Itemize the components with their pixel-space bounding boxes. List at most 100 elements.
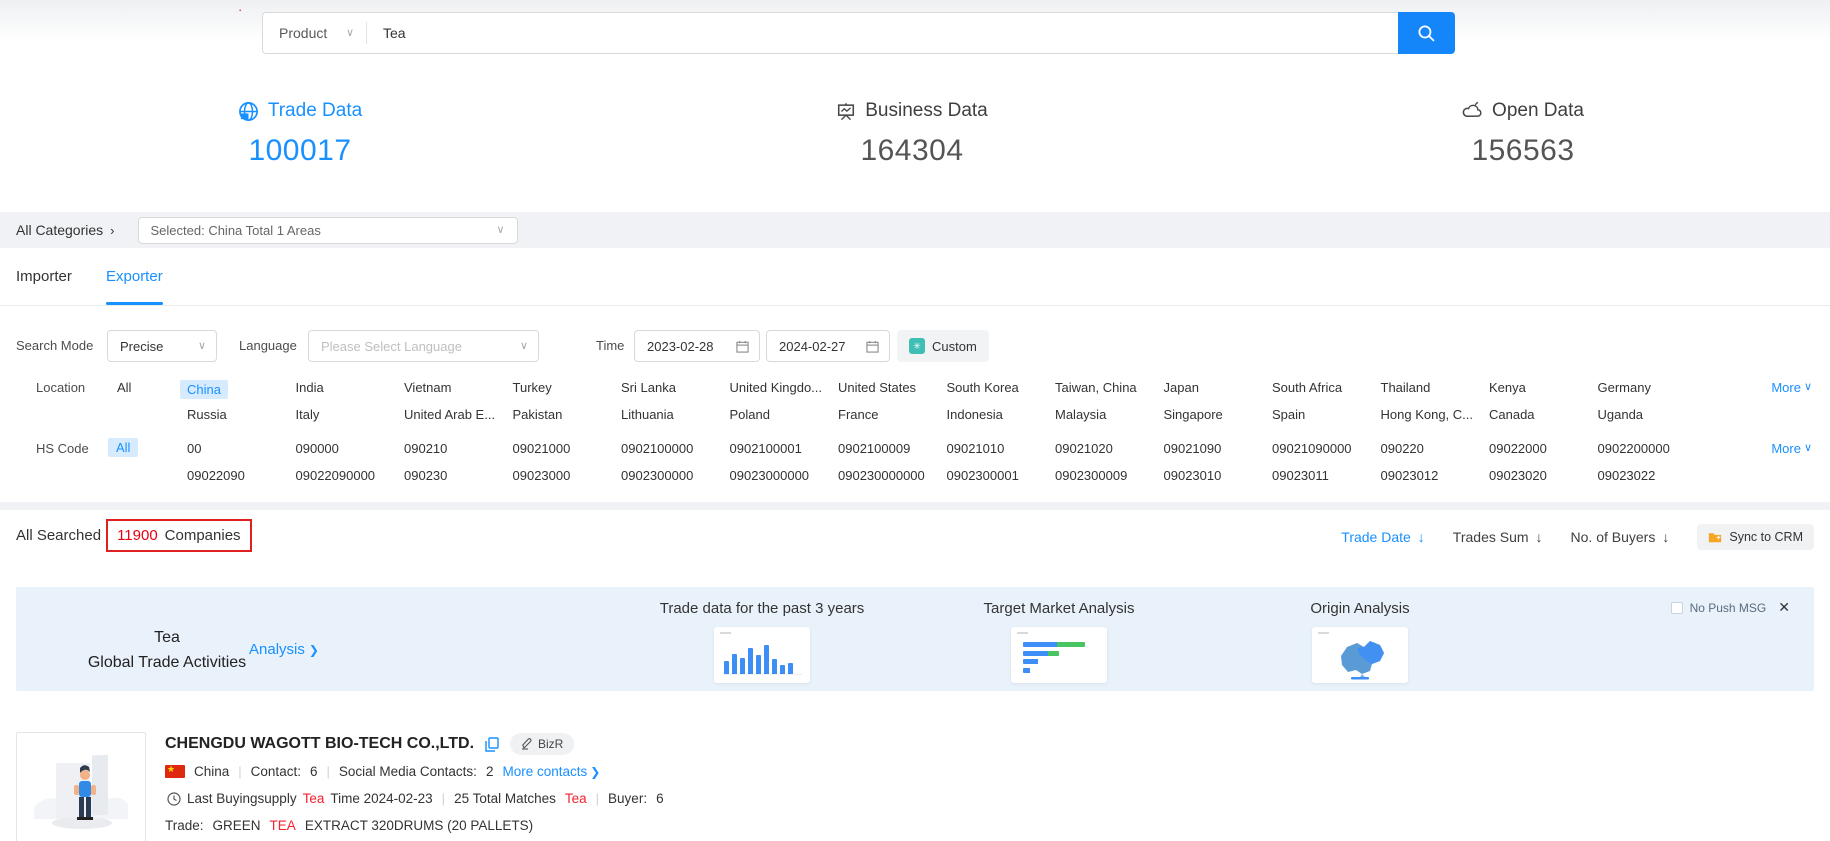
hscode-option-all[interactable]: All <box>108 438 138 457</box>
analysis-link[interactable]: Analysis ❯ <box>249 641 319 658</box>
location-more-button[interactable]: More ∨ <box>1771 380 1812 395</box>
hscode-option[interactable]: 09021090000 <box>1272 441 1381 456</box>
hscode-option[interactable]: 090230 <box>404 468 513 483</box>
location-option[interactable]: Malaysia <box>1055 407 1164 422</box>
date-to-input[interactable]: 2024-02-27 <box>766 330 890 362</box>
hscode-option[interactable]: 09021090 <box>1164 441 1273 456</box>
copy-icon[interactable] <box>485 737 499 752</box>
hscode-option[interactable]: 090230000000 <box>838 468 947 483</box>
sort-trade-date[interactable]: Trade Date ↓ <box>1341 529 1425 545</box>
location-option[interactable]: Thailand <box>1381 380 1490 399</box>
close-icon[interactable]: ✕ <box>1778 599 1790 616</box>
target-market-thumbnail[interactable] <box>1011 627 1107 683</box>
location-option[interactable]: Uganda <box>1598 407 1707 422</box>
bizr-badge[interactable]: BizR <box>510 733 574 755</box>
company-name[interactable]: CHENGDU WAGOTT BIO-TECH CO.,LTD. <box>165 735 474 753</box>
results-count: All Searched 11900 Companies <box>16 519 252 552</box>
location-option[interactable]: Hong Kong, C... <box>1381 407 1490 422</box>
location-option[interactable]: South Korea <box>947 380 1056 399</box>
separator: | <box>326 764 329 779</box>
location-option[interactable]: South Africa <box>1272 380 1381 399</box>
tab-exporter[interactable]: Exporter <box>106 248 163 305</box>
location-option[interactable]: Canada <box>1489 407 1598 422</box>
hscode-option[interactable]: 09023000 <box>513 468 622 483</box>
more-contacts-link[interactable]: More contacts ❯ <box>502 764 600 779</box>
hscode-option[interactable]: 0902100009 <box>838 441 947 456</box>
search-input[interactable]: Tea <box>367 25 1398 41</box>
hscode-option[interactable]: 0902200000 <box>1598 441 1707 456</box>
hscode-option[interactable]: 09023020 <box>1489 468 1598 483</box>
hscode-option[interactable]: 0902100001 <box>730 441 839 456</box>
hscode-option[interactable]: 0902300001 <box>947 468 1056 483</box>
date-from-input[interactable]: 2023-02-28 <box>634 330 760 362</box>
location-option[interactable]: Russia <box>187 407 296 422</box>
location-option[interactable]: Pakistan <box>513 407 622 422</box>
hscode-option[interactable]: 090210 <box>404 441 513 456</box>
language-select[interactable]: Please Select Language ∨ <box>308 330 539 362</box>
location-option[interactable]: India <box>296 380 405 399</box>
hscode-option[interactable]: 090000 <box>296 441 405 456</box>
activity-pre: Last Buyingsupply <box>187 791 297 806</box>
stat-value[interactable]: 164304 <box>782 134 1042 168</box>
all-categories-button[interactable]: All Categories › <box>16 222 115 238</box>
location-option[interactable]: Turkey <box>513 380 622 399</box>
sort-no-of-buyers[interactable]: No. of Buyers ↓ <box>1571 529 1670 545</box>
location-option[interactable]: Vietnam <box>404 380 513 399</box>
social-label: Social Media Contacts: <box>339 764 477 779</box>
hscode-option[interactable]: 09021000 <box>513 441 622 456</box>
hscode-option[interactable]: 09023010 <box>1164 468 1273 483</box>
origin-analysis-thumbnail[interactable] <box>1312 627 1408 683</box>
hscode-option[interactable]: 0902300009 <box>1055 468 1164 483</box>
hscode-option[interactable]: 09023011 <box>1272 468 1381 483</box>
hscode-option[interactable]: 09021010 <box>947 441 1056 456</box>
location-option[interactable]: France <box>838 407 947 422</box>
location-option[interactable]: Kenya <box>1489 380 1598 399</box>
location-option[interactable]: United Arab E... <box>404 407 513 422</box>
hscode-more-button[interactable]: More ∨ <box>1771 441 1812 456</box>
hscode-option[interactable]: 09023000000 <box>730 468 839 483</box>
hscode-option[interactable]: 0902300000 <box>621 468 730 483</box>
location-option[interactable]: United States <box>838 380 947 399</box>
mini-bar-chart <box>724 641 802 675</box>
location-option[interactable]: China <box>180 380 228 399</box>
hscode-option[interactable]: 0902100000 <box>621 441 730 456</box>
location-option[interactable]: Spain <box>1272 407 1381 422</box>
hscode-option[interactable]: 00 <box>187 441 296 456</box>
location-option[interactable]: Lithuania <box>621 407 730 422</box>
separator: | <box>596 791 599 806</box>
stat-value[interactable]: 100017 <box>170 134 430 168</box>
trade-3years-thumbnail[interactable] <box>714 627 810 683</box>
sync-to-crm-button[interactable]: Sync to CRM <box>1697 524 1814 550</box>
arrow-down-icon: ↓ <box>1662 529 1669 545</box>
search-button[interactable] <box>1398 12 1455 54</box>
search-mode-select[interactable]: Precise ∨ <box>107 330 217 362</box>
location-option[interactable]: Japan <box>1164 380 1273 399</box>
no-push-checkbox[interactable] <box>1671 602 1683 614</box>
location-option[interactable]: Poland <box>730 407 839 422</box>
location-option[interactable]: Taiwan, China <box>1055 380 1164 399</box>
location-option[interactable]: Sri Lanka <box>621 380 730 399</box>
location-option[interactable]: Singapore <box>1164 407 1273 422</box>
hscode-option[interactable]: 09022090000 <box>296 468 405 483</box>
hscode-option[interactable]: 090220 <box>1381 441 1490 456</box>
results-count-highlight: 11900 Companies <box>106 519 251 552</box>
hscode-option[interactable]: 09022000 <box>1489 441 1598 456</box>
stat-value[interactable]: 156563 <box>1393 134 1653 168</box>
company-thumbnail[interactable] <box>16 732 146 841</box>
location-option-all[interactable]: All <box>117 380 131 395</box>
hscode-option[interactable]: 09023022 <box>1598 468 1707 483</box>
location-option[interactable]: Germany <box>1598 380 1707 399</box>
company-activity-row: Last Buyingsupply Tea Time 2024-02-23 | … <box>167 791 664 806</box>
location-option[interactable]: United Kingdo... <box>730 380 839 399</box>
search-category-select[interactable]: Product ∨ <box>263 25 366 41</box>
hscode-option[interactable]: 09021020 <box>1055 441 1164 456</box>
sort-trades-sum[interactable]: Trades Sum ↓ <box>1453 529 1543 545</box>
custom-time-button[interactable]: ✳ Custom <box>897 330 989 362</box>
hscode-option[interactable]: 09022090 <box>187 468 296 483</box>
china-flag-icon: ★ <box>165 765 185 778</box>
tab-importer[interactable]: Importer <box>16 248 72 305</box>
location-option[interactable]: Italy <box>296 407 405 422</box>
location-option[interactable]: Indonesia <box>947 407 1056 422</box>
selected-areas-select[interactable]: Selected: China Total 1 Areas ∨ <box>138 217 518 244</box>
hscode-option[interactable]: 09023012 <box>1381 468 1490 483</box>
